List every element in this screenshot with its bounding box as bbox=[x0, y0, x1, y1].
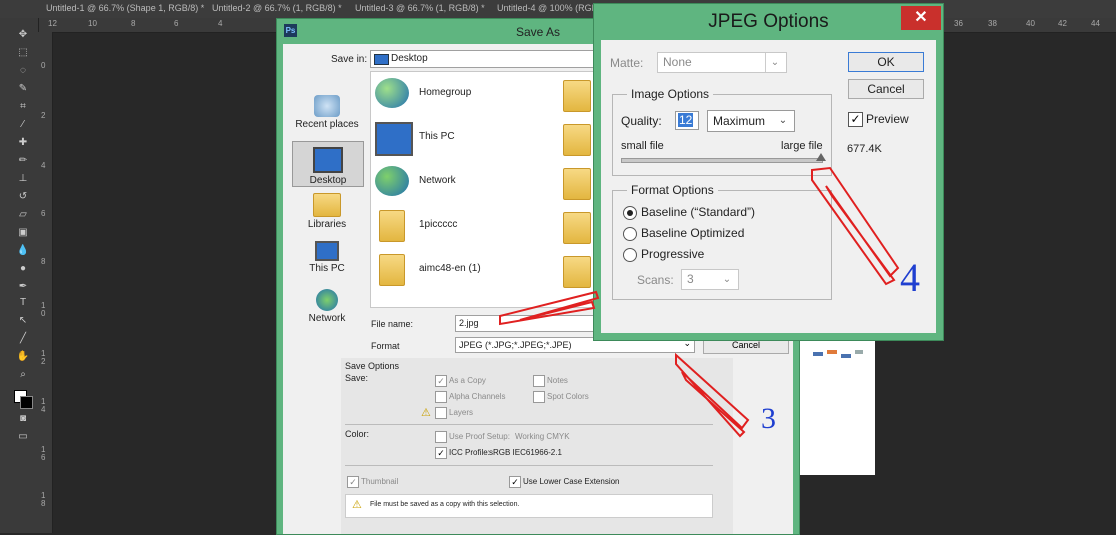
annotation-number-4: 4 bbox=[900, 255, 920, 300]
annotation-overlay bbox=[499, 166, 900, 438]
annotation-arrow-filename bbox=[499, 290, 600, 326]
annotation-arrow-slider bbox=[811, 166, 900, 286]
annotation-number-3: 3 bbox=[761, 402, 776, 435]
annotation-arrow-format bbox=[675, 352, 750, 438]
